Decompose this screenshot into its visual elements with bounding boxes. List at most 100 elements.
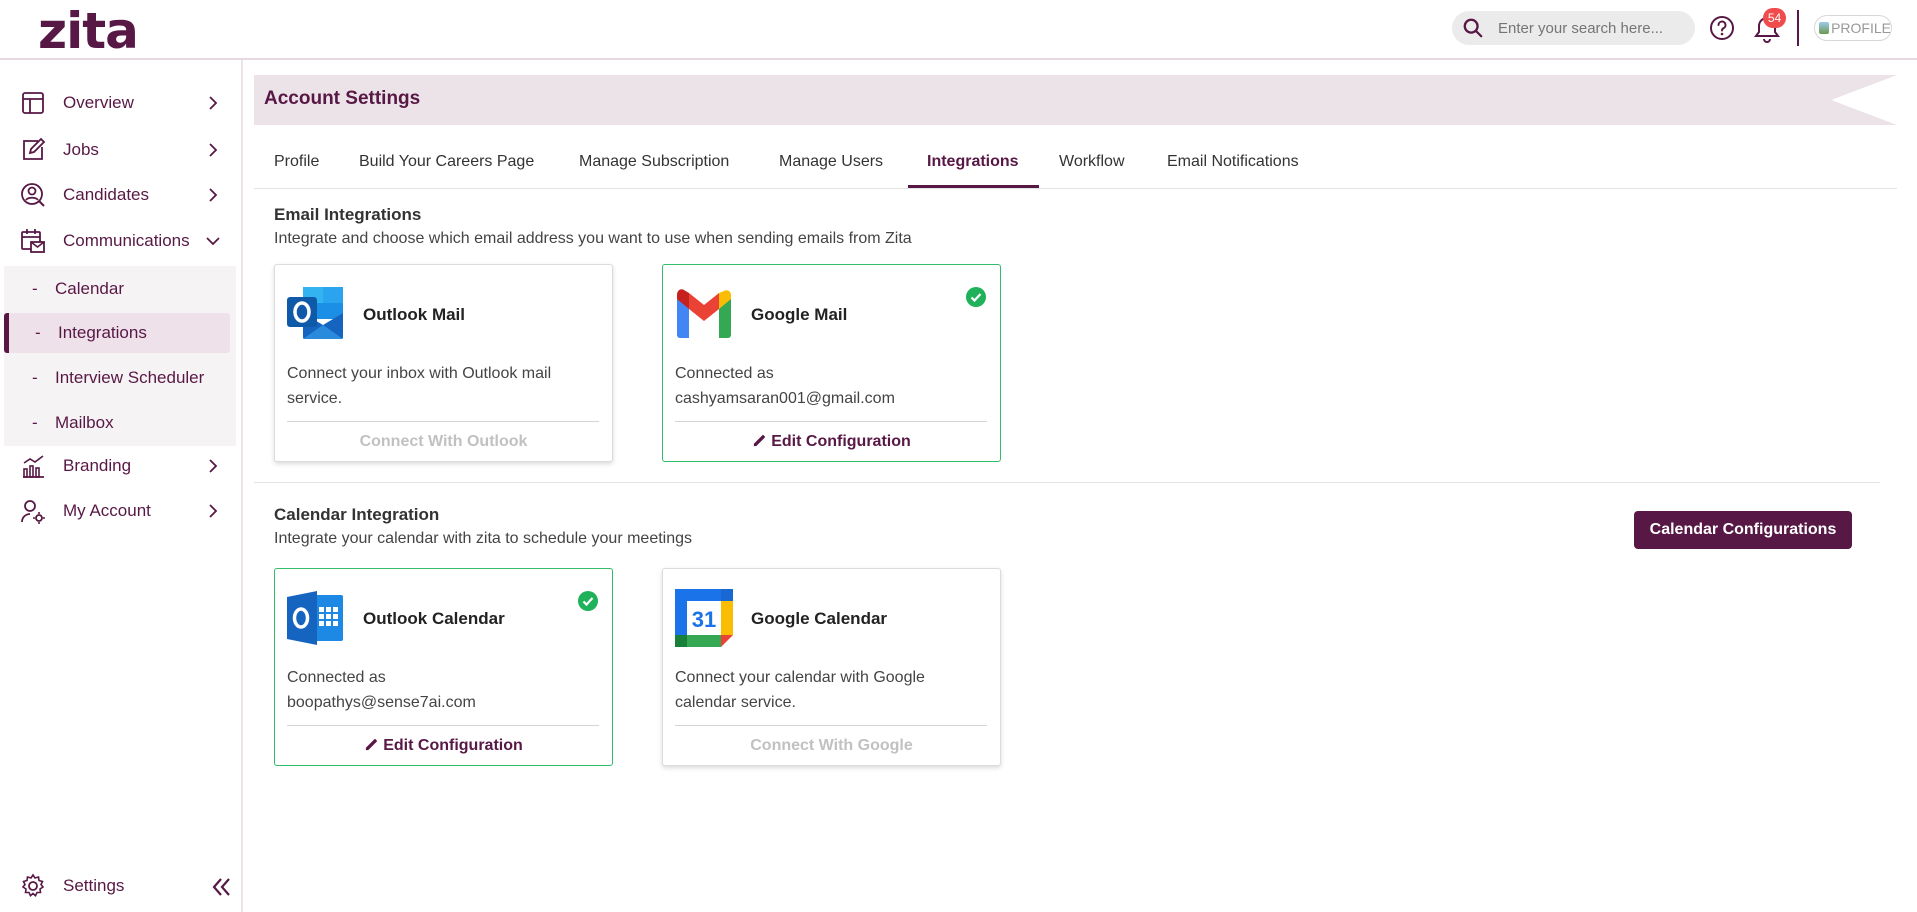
google-mail-connection: Connected as cashyamsaran001@gmail.com	[675, 361, 985, 411]
chevron-right-icon	[209, 188, 218, 202]
sidebar-item-candidates[interactable]: Candidates	[0, 175, 241, 215]
sidebar-item-my-account[interactable]: My Account	[0, 491, 241, 531]
outlook-calendar-icon	[287, 591, 343, 645]
layout-icon	[22, 92, 44, 114]
subitem-label: Calendar	[55, 279, 124, 298]
sidebar-subitem-interview-scheduler[interactable]: - Interview Scheduler	[6, 358, 232, 398]
card-divider	[675, 421, 987, 422]
chart-icon	[23, 455, 44, 478]
subitem-dash: -	[32, 368, 38, 387]
settings-tabs: Profile Build Your Careers Page Manage S…	[254, 148, 1897, 189]
edit-outlook-calendar-configuration-button[interactable]: Edit Configuration	[275, 737, 612, 755]
email-section-description: Integrate and choose which email address…	[274, 230, 912, 247]
search-bar[interactable]	[1452, 11, 1695, 45]
outlook-calendar-title: Outlook Calendar	[363, 609, 505, 628]
google-calendar-description: Connect your calendar with Google calend…	[675, 669, 925, 711]
subitem-dash: -	[35, 323, 41, 342]
header-divider	[1797, 10, 1799, 46]
connected-as-label: Connected as	[675, 365, 774, 382]
outlook-calendar-card: Outlook Calendar Connected as boopathys@…	[274, 568, 613, 766]
edit-configuration-label: Edit Configuration	[771, 433, 911, 450]
chevron-right-icon	[209, 504, 218, 518]
subitem-label: Interview Scheduler	[55, 368, 205, 387]
collapse-sidebar-icon[interactable]	[209, 875, 233, 899]
sidebar-subitem-mailbox[interactable]: - Mailbox	[6, 403, 232, 443]
calendar-day-number: 31	[692, 607, 716, 632]
google-calendar-card: 31 Google Calendar Connect your calendar…	[662, 568, 1001, 766]
user-search-icon	[21, 183, 45, 207]
card-divider	[287, 725, 599, 726]
connected-check-icon	[966, 287, 986, 307]
subitem-dash: -	[32, 279, 38, 298]
sidebar-item-label: Branding	[63, 456, 132, 475]
search-input[interactable]	[1498, 19, 1678, 37]
sidebar-subitem-calendar[interactable]: - Calendar	[6, 269, 232, 309]
email-section-title: Email Integrations	[274, 205, 422, 224]
search-icon	[1463, 18, 1483, 38]
notification-badge: 54	[1763, 8, 1786, 28]
google-mail-title: Google Mail	[751, 305, 848, 324]
sidebar: Overview Jobs Candidates Communications …	[0, 60, 243, 912]
outlook-mail-card: Outlook Mail Connect your inbox with Out…	[274, 264, 613, 462]
page-title: Account Settings	[264, 88, 421, 109]
profile-avatar[interactable]: PROFILE	[1814, 15, 1892, 41]
calendar-mail-icon	[21, 229, 45, 253]
chevron-down-icon	[206, 237, 220, 246]
subitem-label: Mailbox	[55, 413, 114, 432]
sidebar-item-overview[interactable]: Overview	[0, 83, 241, 123]
calendar-section-description: Integrate your calendar with zita to sch…	[274, 530, 693, 547]
subitem-dash: -	[32, 413, 38, 432]
sidebar-item-label: Candidates	[63, 185, 150, 204]
tab-build-careers-page[interactable]: Build Your Careers Page	[359, 153, 534, 171]
calendar-configurations-button[interactable]: Calendar Configurations	[1634, 511, 1852, 549]
card-divider	[675, 725, 987, 726]
tab-profile[interactable]: Profile	[274, 153, 319, 171]
chevron-right-icon	[209, 459, 218, 473]
calendar-section-title: Calendar Integration	[274, 505, 440, 524]
sidebar-item-settings[interactable]: Settings	[0, 866, 241, 906]
gear-icon	[21, 873, 45, 898]
outlook-mail-title: Outlook Mail	[363, 305, 465, 324]
connect-outlook-button[interactable]: Connect With Outlook	[275, 433, 612, 451]
card-divider	[287, 421, 599, 422]
tab-integrations[interactable]: Integrations	[927, 153, 1019, 171]
user-gear-icon	[21, 500, 45, 524]
chevron-right-icon	[209, 143, 218, 157]
zita-logo[interactable]: zita	[38, 2, 139, 60]
active-tab-indicator	[908, 185, 1039, 188]
profile-image-icon	[1819, 22, 1830, 34]
connected-email: boopathys@sense7ai.com	[287, 694, 476, 711]
sidebar-item-label: Communications	[63, 231, 190, 250]
outlook-mail-icon	[287, 287, 343, 339]
edit-gmail-configuration-button[interactable]: Edit Configuration	[663, 433, 1000, 451]
help-icon[interactable]	[1709, 15, 1735, 41]
tab-email-notifications[interactable]: Email Notifications	[1167, 153, 1299, 171]
sidebar-item-label: Overview	[63, 93, 134, 112]
google-calendar-title: Google Calendar	[751, 609, 888, 628]
gmail-icon	[677, 289, 731, 338]
sidebar-item-label: Settings	[63, 876, 125, 895]
section-divider	[254, 482, 1880, 483]
connected-check-icon	[578, 591, 598, 611]
sidebar-item-communications[interactable]: Communications	[0, 221, 241, 261]
connect-google-button[interactable]: Connect With Google	[663, 737, 1000, 755]
tab-manage-users[interactable]: Manage Users	[779, 153, 883, 171]
chevron-right-icon	[209, 96, 218, 110]
sidebar-item-label: Jobs	[63, 140, 99, 159]
tab-workflow[interactable]: Workflow	[1059, 153, 1125, 171]
google-calendar-icon: 31	[675, 589, 733, 647]
sidebar-item-jobs[interactable]: Jobs	[0, 130, 241, 170]
pencil-icon	[754, 434, 766, 447]
page-banner: Account Settings	[254, 75, 1897, 125]
profile-label: PROFILE	[1831, 20, 1891, 36]
google-mail-card: Google Mail Connected as cashyamsaran001…	[662, 264, 1001, 462]
sidebar-item-branding[interactable]: Branding	[0, 446, 241, 486]
pencil-icon	[366, 738, 378, 751]
subitem-label: Integrations	[58, 323, 147, 342]
sidebar-subitem-integrations[interactable]: - Integrations	[4, 313, 230, 353]
edit-configuration-label: Edit Configuration	[383, 737, 523, 754]
edit-icon	[23, 137, 46, 160]
outlook-calendar-connection: Connected as boopathys@sense7ai.com	[287, 665, 597, 715]
tab-manage-subscription[interactable]: Manage Subscription	[579, 153, 729, 171]
connected-as-label: Connected as	[287, 669, 386, 686]
